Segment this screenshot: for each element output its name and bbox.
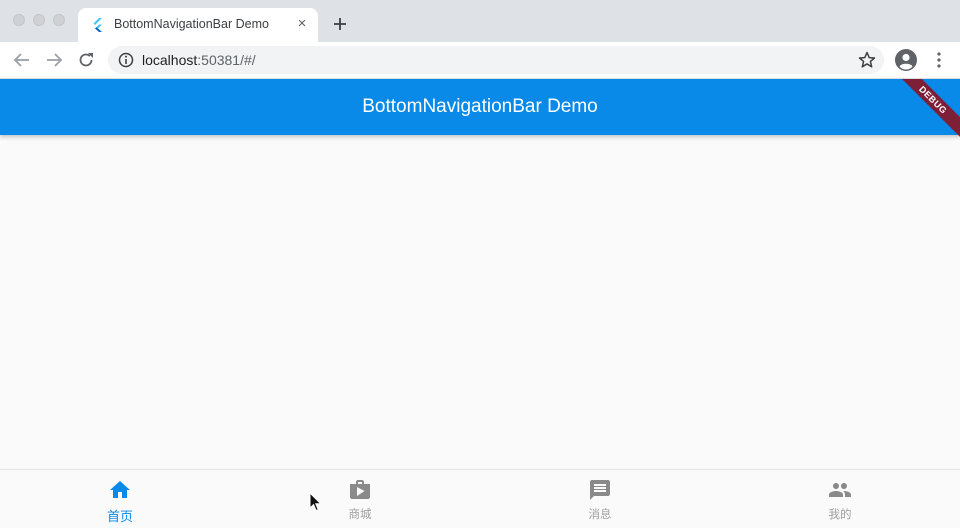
bottom-nav-label: 我的 [828,507,852,521]
back-arrow-icon[interactable] [12,50,32,70]
bottom-nav-label: 消息 [588,507,612,521]
zoom-window-button[interactable] [53,14,65,26]
mouse-cursor-icon [309,492,323,512]
tab-title: BottomNavigationBar Demo [114,17,269,31]
menu-dots-icon[interactable] [930,50,948,70]
tab-close-icon[interactable]: × [294,16,310,32]
tab-strip: BottomNavigationBar Demo × [0,0,960,42]
forward-arrow-icon[interactable] [44,50,64,70]
close-window-button[interactable] [13,14,25,26]
info-icon[interactable] [118,52,134,68]
bookmark-star-icon[interactable] [858,51,876,69]
bottom-nav-item-shop[interactable]: 商城 [240,470,480,528]
flutter-favicon-icon [93,18,102,32]
bottom-nav-item-messages[interactable]: 消息 [480,470,720,528]
browser-window: BottomNavigationBar Demo × localhost:503… [0,0,960,528]
app-bar-title: BottomNavigationBar Demo [362,96,598,117]
new-tab-icon[interactable] [330,14,350,34]
bottom-nav-label: 首页 [106,510,133,525]
address-bar[interactable]: localhost:50381/#/ [108,46,884,74]
account-icon[interactable] [895,49,917,71]
browser-tab[interactable]: BottomNavigationBar Demo × [78,8,318,42]
app-bar: BottomNavigationBar Demo [0,79,960,135]
browser-toolbar: localhost:50381/#/ [0,42,960,78]
bottom-nav-item-profile[interactable]: 我的 [720,470,960,528]
bottom-navigation-bar: 首页 商城 消息 我的 [0,469,960,528]
shop-icon [350,480,370,499]
home-icon [110,481,130,498]
url-path: :50381/#/ [197,52,256,68]
url-text: localhost:50381/#/ [142,52,256,68]
message-icon [590,480,610,500]
page-body [0,135,960,469]
people-icon [829,483,851,497]
bottom-nav-item-home[interactable]: 首页 [0,470,240,528]
reload-icon[interactable] [76,50,96,70]
minimize-window-button[interactable] [33,14,45,26]
flutter-app: BottomNavigationBar Demo DEBUG 首页 商城 消息 … [0,79,960,528]
url-host: localhost [142,52,198,68]
bottom-nav-label: 商城 [348,507,372,521]
